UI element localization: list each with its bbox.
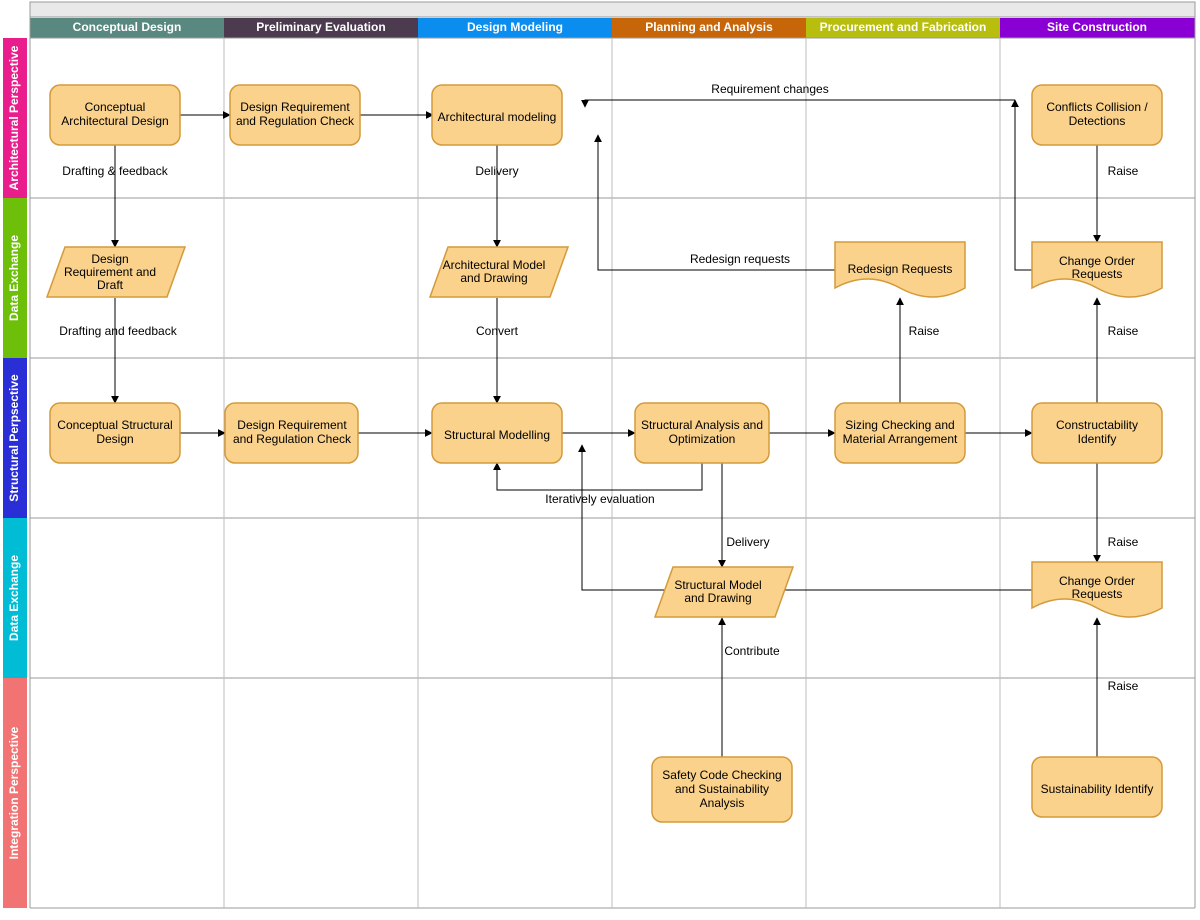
node: Architectural modeling: [438, 110, 557, 124]
svg-text:Design Requirementand Regulati: Design Requirementand Regulation Check: [233, 418, 352, 446]
grid-lines: [30, 2, 1195, 908]
edge-label: Raise: [1108, 535, 1139, 549]
edges: Drafting & feedback Delivery Requirement…: [59, 82, 1138, 757]
node: Structural Modelling: [444, 428, 550, 442]
edge-label: Raise: [909, 324, 940, 338]
edge-label: Redesign requests: [690, 252, 790, 266]
node: Sustainability Identify: [1041, 782, 1154, 796]
row-2: Structural Perpsective: [7, 374, 21, 502]
edge-label: Delivery: [475, 164, 518, 178]
node: Redesign Requests: [848, 262, 953, 276]
row-1: Data Exchange: [7, 235, 21, 321]
svg-text:Sizing Checking andMaterial Ar: Sizing Checking andMaterial Arrangement: [843, 418, 958, 446]
edge-label: Delivery: [726, 535, 769, 549]
edge-label: Convert: [476, 324, 519, 338]
grid-top-bar: [30, 2, 1195, 17]
edge-label: Raise: [1108, 679, 1139, 693]
nodes: ConceptualArchitectural Design Design Re…: [47, 85, 1162, 822]
edge-label: Raise: [1108, 324, 1139, 338]
row-0: Architectural Perspective: [7, 45, 21, 190]
col-5: Site Construction: [1047, 20, 1147, 34]
edge-label: Contribute: [724, 644, 780, 658]
svg-text:Design Requirementand Regulati: Design Requirementand Regulation Check: [236, 100, 355, 128]
col-3: Planning and Analysis: [645, 20, 773, 34]
col-0: Conceptual Design: [73, 20, 182, 34]
column-headers: Conceptual Design Preliminary Evaluation…: [30, 18, 1195, 38]
edge-label: Drafting & feedback: [62, 164, 168, 178]
svg-text:Structural Modeland Drawing: Structural Modeland Drawing: [674, 578, 761, 605]
row-4: Integration Perspective: [7, 726, 21, 859]
edge-label: Iteratively evaluation: [545, 492, 654, 506]
edge-label: Requirement changes: [711, 82, 828, 96]
swimlane-diagram: Conceptual Design Preliminary Evaluation…: [0, 0, 1200, 920]
row-3: Data Exchange: [7, 555, 21, 641]
col-2: Design Modeling: [467, 20, 563, 34]
col-1: Preliminary Evaluation: [256, 20, 385, 34]
col-4: Procurement and Fabrication: [820, 20, 987, 34]
row-headers: Architectural Perspective Data Exchange …: [3, 38, 27, 908]
diagram-svg: Conceptual Design Preliminary Evaluation…: [0, 0, 1200, 920]
edge-label: Raise: [1108, 164, 1139, 178]
edge-label: Drafting and feedback: [59, 324, 177, 338]
